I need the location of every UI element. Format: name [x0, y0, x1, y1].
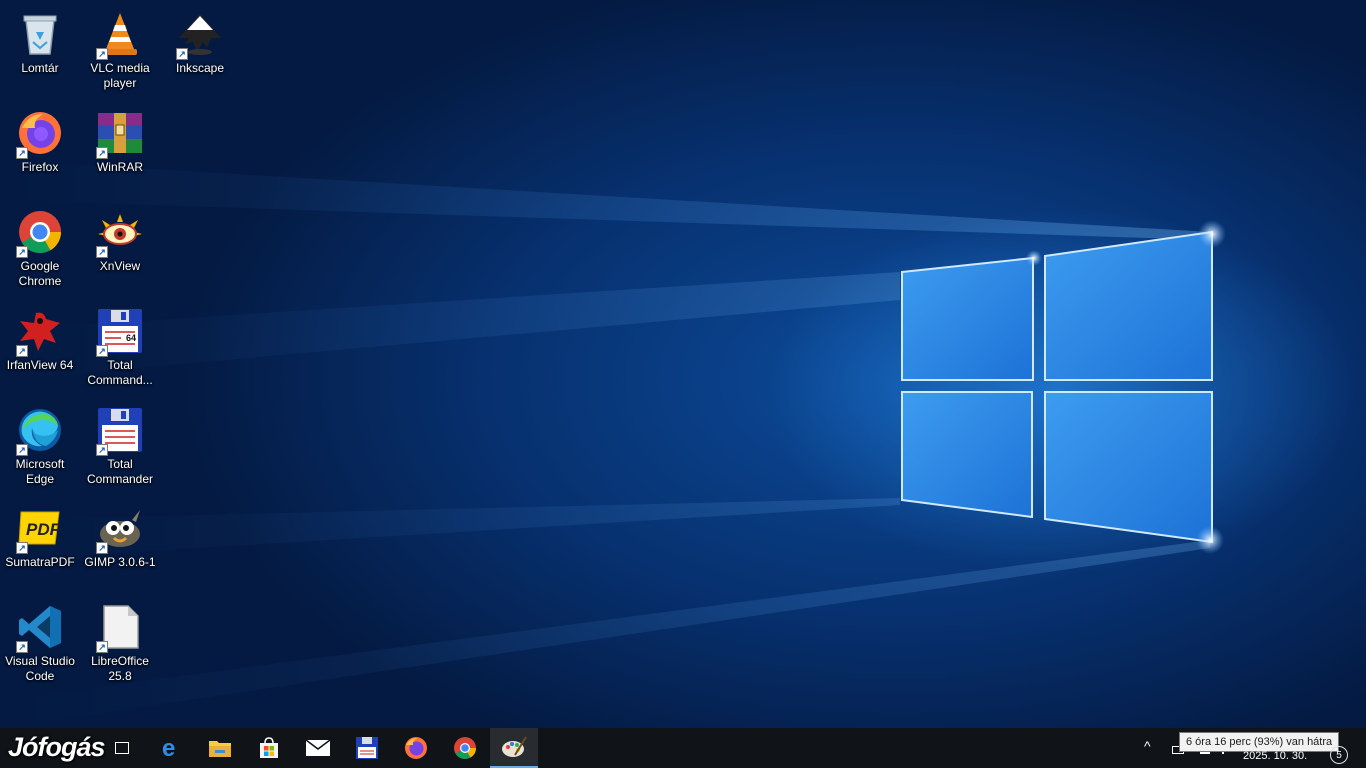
desktop-icon-vlc[interactable]: ↗ VLC media player: [80, 4, 160, 94]
shortcut-arrow-icon: ↗: [16, 345, 28, 357]
winrar-icon: ↗: [96, 109, 144, 159]
edge-icon: e: [162, 736, 175, 760]
taskbar-task-view[interactable]: [98, 728, 146, 768]
vscode-icon: ↗: [16, 603, 64, 653]
tc64-badge-text: 64: [126, 333, 136, 343]
shortcut-arrow-icon: ↗: [16, 147, 28, 159]
store-icon: [260, 737, 278, 758]
taskbar-firefox[interactable]: [392, 728, 440, 768]
taskbar-edge[interactable]: e: [147, 728, 195, 768]
desktop-icon-label: Total Command...: [87, 358, 153, 387]
desktop-icon-label: SumatraPDF: [5, 555, 75, 569]
desktop-icon-label: VLC media player: [90, 61, 150, 90]
task-view-icon: [115, 742, 129, 754]
desktop-icon-inkscape[interactable]: ↗ Inkscape: [160, 4, 240, 94]
firefox-icon: ↗: [16, 109, 64, 159]
tray-overflow-chevron-icon[interactable]: ^: [1144, 738, 1151, 754]
folder-icon: [209, 741, 231, 757]
desktop-icon-chrome[interactable]: ↗ Google Chrome: [0, 202, 80, 292]
desktop-icon-label: WinRAR: [96, 160, 143, 174]
shortcut-arrow-icon: ↗: [96, 48, 108, 60]
notification-count: 5: [1336, 749, 1342, 761]
inkscape-icon: ↗: [176, 10, 224, 60]
desktop-icon-total-commander[interactable]: ↗ Total Commander: [80, 400, 160, 490]
shortcut-arrow-icon: ↗: [96, 444, 108, 456]
shortcut-arrow-icon: ↗: [96, 641, 108, 653]
sumatrapdf-icon: PDF ↗: [16, 504, 64, 554]
desktop-icon-label: Lomtár: [21, 61, 59, 75]
desktop-icon-label: Visual Studio Code: [5, 654, 75, 683]
desktop-icon-label: LibreOffice 25.8: [91, 654, 149, 683]
desktop-icon-label: XnView: [99, 259, 141, 273]
desktop-icon-label: Firefox: [21, 160, 59, 174]
desktop-icon-label: IrfanView 64: [6, 358, 74, 372]
taskbar-mail[interactable]: [294, 728, 342, 768]
watermark-logo: Jófogás: [8, 732, 106, 762]
desktop-icon-libreoffice[interactable]: ↗ LibreOffice 25.8: [80, 597, 160, 687]
desktop-icon-label: Microsoft Edge: [15, 457, 65, 486]
notification-center-icon[interactable]: 5: [1330, 746, 1348, 764]
desktop-icon-gimp[interactable]: ↗ GIMP 3.0.6-1: [80, 498, 160, 588]
clock-date[interactable]: 2025. 10. 30.: [1243, 750, 1307, 762]
desktop-icon-firefox[interactable]: ↗ Firefox: [0, 103, 80, 193]
irfanview-icon: ↗: [16, 307, 64, 357]
chrome-icon: ↗: [16, 208, 64, 258]
desktop-icon-recycle-bin[interactable]: Lomtár: [0, 4, 80, 94]
shortcut-arrow-icon: ↗: [16, 641, 28, 653]
desktop-icon-xnview[interactable]: ↗ XnView: [80, 202, 160, 292]
battery-tooltip: 6 óra 16 perc (93%) van hátra: [1179, 732, 1340, 752]
taskbar-file-explorer[interactable]: [196, 728, 244, 768]
taskbar-total-commander[interactable]: [343, 728, 391, 768]
floppy-icon: [356, 737, 378, 759]
taskbar-chrome[interactable]: [441, 728, 489, 768]
recycle-bin-icon: [16, 10, 64, 58]
desktop-icon-edge[interactable]: ↗ Microsoft Edge: [0, 400, 80, 490]
total-commander-icon: ↗: [96, 406, 144, 456]
taskbar-paint[interactable]: [490, 728, 538, 768]
desktop-icon-label: Inkscape: [175, 61, 225, 75]
desktop-icon-label: Total Commander: [86, 457, 154, 486]
shortcut-arrow-icon: ↗: [96, 345, 108, 357]
mail-icon: [305, 739, 331, 756]
shortcut-arrow-icon: ↗: [16, 444, 28, 456]
shortcut-arrow-icon: ↗: [16, 246, 28, 258]
shortcut-arrow-icon: ↗: [96, 542, 108, 554]
shortcut-arrow-icon: ↗: [16, 542, 28, 554]
gimp-icon: ↗: [96, 504, 144, 554]
desktop-wallpaper: [0, 0, 1366, 728]
desktop-icon-winrar[interactable]: ↗ WinRAR: [80, 103, 160, 193]
edge-icon: ↗: [16, 406, 64, 456]
svg-text:PDF: PDF: [26, 520, 61, 539]
xnview-icon: ↗: [96, 208, 144, 258]
shortcut-arrow-icon: ↗: [96, 147, 108, 159]
shortcut-arrow-icon: ↗: [96, 246, 108, 258]
desktop-icon-sumatrapdf[interactable]: PDF ↗ SumatraPDF: [0, 498, 80, 588]
firefox-icon: [405, 737, 427, 759]
total-commander-64-icon: 64 ↗: [96, 307, 144, 357]
paint-palette-icon: [502, 736, 527, 757]
libreoffice-icon: ↗: [96, 603, 144, 653]
windows-logo-wallpaper: [0, 160, 1226, 728]
desktop-icon-vscode[interactable]: ↗ Visual Studio Code: [0, 597, 80, 687]
desktop-icon-total-commander-64[interactable]: 64 ↗ Total Command...: [80, 301, 160, 391]
shortcut-arrow-icon: ↗: [176, 48, 188, 60]
chrome-icon: [454, 737, 476, 759]
svg-text:e: e: [162, 736, 175, 760]
desktop-icon-label: GIMP 3.0.6-1: [84, 555, 156, 569]
taskbar-microsoft-store[interactable]: [245, 728, 293, 768]
vlc-icon: ↗: [96, 10, 144, 60]
desktop-icon-label: Google Chrome: [18, 259, 62, 288]
desktop-icon-irfanview[interactable]: ↗ IrfanView 64: [0, 301, 80, 391]
